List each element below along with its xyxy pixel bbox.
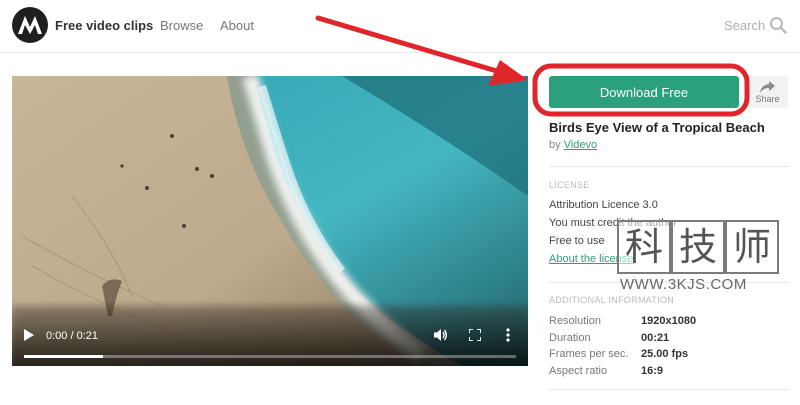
brand-link[interactable]: Free video clips xyxy=(55,18,153,33)
share-label: Share xyxy=(755,94,780,104)
video-progress-fill xyxy=(24,355,103,358)
info-value: 25.00 fps xyxy=(641,348,689,360)
divider xyxy=(549,166,789,167)
info-key: Aspect ratio xyxy=(549,365,608,377)
current-time: 0:00 xyxy=(46,330,68,342)
info-value: 00:21 xyxy=(641,332,670,344)
video-player[interactable]: 0:00 / 0:21 xyxy=(12,76,528,366)
video-title: Birds Eye View of a Tropical Beach xyxy=(549,120,765,135)
license-free-note: Free to use xyxy=(549,235,605,247)
time-readout: 0:00 / 0:21 xyxy=(46,330,98,342)
logo-mark-icon xyxy=(18,16,42,34)
watermark-char: 技 xyxy=(671,220,725,274)
search-input[interactable]: Search xyxy=(724,18,765,33)
license-heading: LICENSE xyxy=(549,180,590,190)
info-key: Resolution xyxy=(549,315,601,327)
by-prefix: by xyxy=(549,139,561,151)
download-free-button[interactable]: Download Free xyxy=(549,76,739,108)
video-progress-bar[interactable] xyxy=(24,355,516,358)
info-value: 1920x1080 xyxy=(641,315,697,327)
watermark-chars: 科 技 师 xyxy=(617,220,779,274)
search-icon[interactable] xyxy=(769,16,787,34)
more-options-icon[interactable] xyxy=(506,328,510,342)
divider xyxy=(549,389,789,390)
fullscreen-icon[interactable] xyxy=(469,329,481,341)
info-key: Duration xyxy=(549,332,591,344)
volume-icon[interactable] xyxy=(434,328,448,342)
license-type: Attribution Licence 3.0 xyxy=(549,199,658,211)
top-navbar: Free video clips Browse About Search xyxy=(0,0,800,53)
share-arrow-icon xyxy=(760,81,775,93)
videvo-logo[interactable] xyxy=(12,7,48,43)
play-icon[interactable] xyxy=(24,329,34,341)
nav-browse[interactable]: Browse xyxy=(160,18,203,33)
additional-info-heading: ADDITIONAL INFORMATION xyxy=(549,295,675,305)
total-time: 0:21 xyxy=(76,330,99,342)
info-key: Frames per sec. xyxy=(549,348,629,360)
watermark-char: 师 xyxy=(725,220,779,274)
byline: by Videvo xyxy=(549,139,597,151)
time-separator: / xyxy=(70,330,74,342)
info-value: 16:9 xyxy=(641,365,664,377)
author-link[interactable]: Videvo xyxy=(564,139,597,151)
watermark-url: WWW.3KJS.COM xyxy=(620,276,747,293)
share-button[interactable]: Share xyxy=(747,76,788,108)
nav-about[interactable]: About xyxy=(220,18,254,33)
video-controls: 0:00 / 0:21 xyxy=(12,302,528,366)
watermark-char: 科 xyxy=(617,220,671,274)
